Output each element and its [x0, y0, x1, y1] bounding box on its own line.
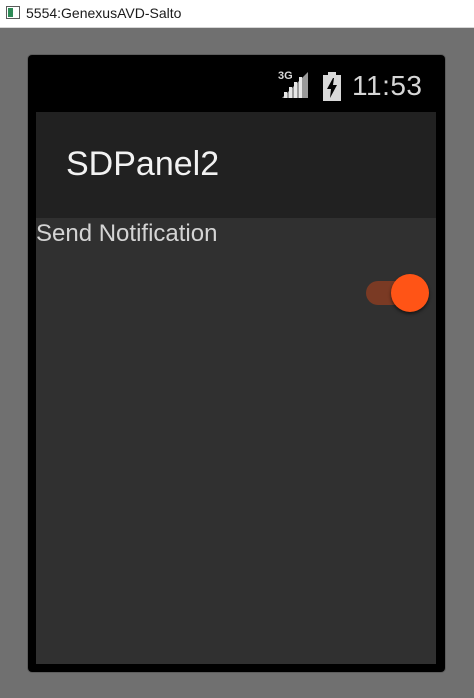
- status-clock: 11:53: [352, 70, 423, 101]
- battery-charging-icon: [322, 72, 342, 102]
- action-bar: SDPanel2: [36, 112, 436, 218]
- page-title: SDPanel2: [66, 145, 220, 183]
- signal-icon: 3G: [278, 70, 310, 100]
- send-notification-toggle[interactable]: [366, 274, 432, 314]
- window-titlebar: 5554:GenexusAVD-Salto: [0, 0, 474, 28]
- send-notification-label: Send Notification: [36, 220, 218, 247]
- emulator-window: 5554:GenexusAVD-Salto 3G 11:53 SDPanel2: [0, 0, 474, 698]
- panel-content: Send Notification: [36, 218, 436, 664]
- screen-bottom-edge: [36, 664, 436, 668]
- toggle-thumb: [391, 274, 429, 312]
- status-bar: 3G 11:53: [36, 66, 436, 112]
- window-title: 5554:GenexusAVD-Salto: [26, 5, 182, 21]
- emulator-app-icon: [6, 6, 20, 19]
